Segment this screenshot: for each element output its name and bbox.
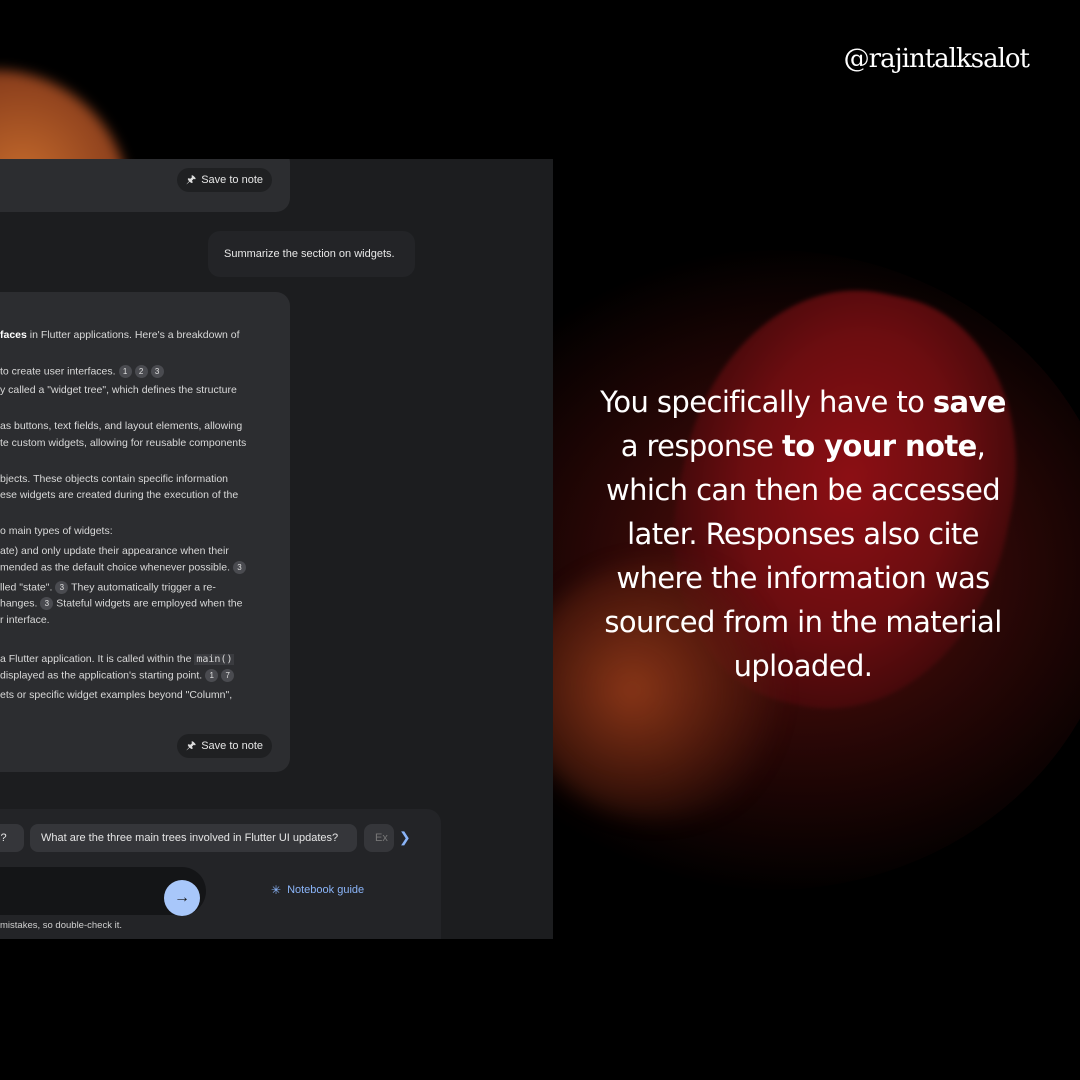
- line-text: r interface.: [0, 614, 50, 626]
- line-text: te custom widgets, allowing for reusable…: [0, 437, 247, 449]
- line-text: as buttons, text fields, and layout elem…: [0, 420, 243, 432]
- save-to-note-button[interactable]: 🖈 Save to note: [177, 734, 272, 758]
- line-text: mended as the default choice whenever po…: [0, 561, 230, 574]
- line-text: ese widgets are created during the execu…: [0, 489, 239, 501]
- line-text: o main types of widgets:: [0, 525, 113, 537]
- line-text: y called a "widget tree", which defines …: [0, 384, 237, 396]
- response-line: y called a "widget tree", which defines …: [0, 384, 237, 396]
- line-text: Stateful widgets are employed when the: [53, 597, 243, 610]
- response-line: to create user interfaces. 1 2 3: [0, 365, 164, 378]
- user-message-text: Summarize the section on widgets.: [224, 248, 395, 260]
- pin-icon: 🖈: [186, 173, 197, 186]
- response-line: displayed as the application's starting …: [0, 669, 235, 682]
- citation-badge[interactable]: 1: [118, 365, 132, 378]
- suggestion-chip-label: Ex: [375, 832, 388, 844]
- save-to-note-button[interactable]: 🖈 Save to note: [177, 168, 272, 192]
- citation-badge[interactable]: 3: [55, 581, 69, 594]
- save-to-note-label: Save to note: [201, 174, 263, 186]
- response-line: ate) and only update their appearance wh…: [0, 545, 229, 557]
- response-line: faces in Flutter applications. Here's a …: [0, 329, 240, 341]
- response-line: ese widgets are created during the execu…: [0, 489, 238, 501]
- line-text: bjects. These objects contain specific i…: [0, 473, 229, 485]
- response-line: lled "state". 3 They automatically trigge…: [0, 581, 216, 594]
- suggestion-chip[interactable]: What are the three main trees involved i…: [30, 824, 357, 852]
- caption-bold: save: [932, 385, 1007, 419]
- chat-input-area: s? What are the three main trees involve…: [0, 809, 441, 939]
- arrow-right-icon: →: [174, 889, 190, 906]
- response-line: ets or specific widget examples beyond "…: [0, 689, 232, 701]
- notebook-guide-button[interactable]: ✳ Notebook guide: [271, 883, 364, 897]
- line-text: in Flutter applications. Here's a breakd…: [26, 329, 240, 341]
- suggestion-chip-label: What are the three main trees involved i…: [41, 832, 339, 844]
- user-message-bubble: Summarize the section on widgets.: [208, 231, 415, 277]
- caption-bold: to your note: [782, 429, 977, 463]
- notebook-screenshot: 🖈 Save to note Summarize the section on …: [0, 159, 553, 939]
- citation-badge[interactable]: 1: [205, 669, 219, 682]
- response-line: o main types of widgets:: [0, 525, 113, 537]
- author-handle: @rajintalksalot: [843, 44, 1030, 74]
- suggestion-chip[interactable]: s?: [0, 824, 24, 852]
- line-text: ets or specific widget examples beyond "…: [0, 689, 233, 701]
- chat-input[interactable]: →: [0, 867, 206, 916]
- suggestion-chip-label: s?: [0, 832, 7, 844]
- response-line: r interface.: [0, 614, 50, 626]
- response-line: hanges. 3 Stateful widgets are employed w…: [0, 597, 243, 610]
- sparkle-icon: ✳: [271, 883, 282, 897]
- send-button[interactable]: →: [164, 880, 200, 916]
- line-text: lled "state".: [0, 581, 53, 594]
- response-card: faces in Flutter applications. Here's a …: [0, 292, 290, 772]
- caption-part: You specifically have to: [600, 385, 933, 419]
- citation-badge[interactable]: 3: [150, 365, 164, 378]
- citation-badge[interactable]: 3: [232, 561, 246, 574]
- response-line: te custom widgets, allowing for reusable…: [0, 437, 246, 449]
- line-text: a Flutter application. It is called with…: [0, 653, 192, 665]
- response-line: as buttons, text fields, and layout elem…: [0, 420, 242, 432]
- previous-response-card: 🖈 Save to note: [0, 159, 290, 212]
- line-text: They automatically trigger a re-: [68, 581, 216, 594]
- caption-text: You specifically have to save a response…: [598, 380, 1008, 688]
- response-line: mended as the default choice whenever po…: [0, 561, 246, 574]
- inline-code: main(): [194, 654, 235, 665]
- chevron-right-icon[interactable]: ❯: [399, 829, 411, 846]
- citation-badge[interactable]: 3: [40, 597, 54, 610]
- response-line: bjects. These objects contain specific i…: [0, 473, 228, 485]
- caption-part: a response: [620, 429, 783, 463]
- line-text: displayed as the application's starting …: [0, 669, 203, 682]
- caption-part: , which can then be accessed later. Resp…: [604, 429, 1002, 683]
- notebook-guide-label: Notebook guide: [287, 884, 365, 896]
- suggestion-chip[interactable]: Ex: [364, 824, 394, 852]
- citation-badge[interactable]: 7: [221, 669, 235, 682]
- bold-text: faces: [0, 329, 27, 341]
- response-line: a Flutter application. It is called with…: [0, 653, 235, 665]
- line-text: to create user interfaces.: [0, 365, 116, 378]
- pin-icon: 🖈: [186, 739, 197, 752]
- save-to-note-label: Save to note: [201, 740, 263, 752]
- line-text: hanges.: [0, 597, 38, 610]
- citation-badge[interactable]: 2: [134, 365, 148, 378]
- disclaimer-text: mistakes, so double-check it.: [0, 920, 122, 931]
- line-text: ate) and only update their appearance wh…: [0, 545, 229, 557]
